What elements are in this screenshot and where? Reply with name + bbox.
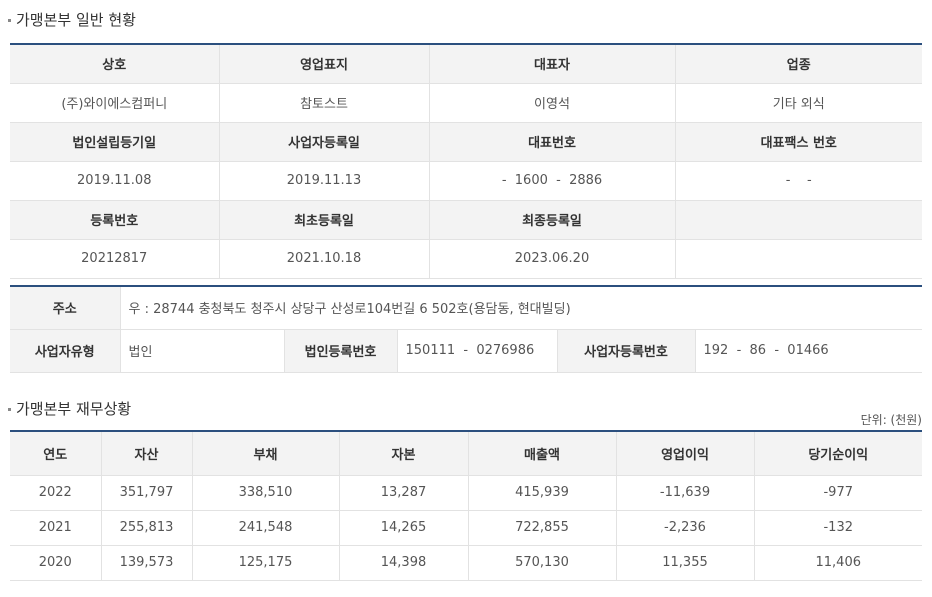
cell-year: 2020 bbox=[10, 545, 101, 581]
value-last-reg-date: 2023.06.20 bbox=[428, 239, 675, 279]
header-last-reg-date: 최종등록일 bbox=[428, 200, 675, 240]
header-liabilities: 부채 bbox=[191, 431, 339, 476]
cell-assets: 139,573 bbox=[100, 545, 192, 581]
cell-equity: 14,398 bbox=[338, 545, 468, 581]
value-first-reg-date: 2021.10.18 bbox=[218, 239, 429, 279]
cell-liabilities: 338,510 bbox=[191, 475, 339, 511]
bullet-icon bbox=[8, 19, 11, 22]
header-operating-income: 영업이익 bbox=[615, 431, 754, 476]
section-title-text: 가맹본부 일반 현황 bbox=[16, 11, 136, 29]
table-row: 2020 139,573 125,175 14,398 570,130 11,3… bbox=[10, 545, 922, 581]
cell-equity: 13,287 bbox=[338, 475, 468, 511]
value-main-phone: - 1600 - 2886 bbox=[428, 161, 675, 201]
address-table: 주소 우 : 28744 충청북도 청주시 상당구 산성로104번길 6 502… bbox=[10, 285, 923, 373]
header-brand: 영업표지 bbox=[218, 44, 429, 84]
cell-net-income: 11,406 bbox=[753, 545, 922, 581]
header-business-reg-number: 사업자등록번호 bbox=[556, 329, 695, 373]
header-business-reg-date: 사업자등록일 bbox=[218, 122, 429, 162]
header-registration-number: 등록번호 bbox=[10, 200, 219, 240]
cell-operating-income: -11,639 bbox=[615, 475, 754, 511]
cell-liabilities: 241,548 bbox=[191, 510, 339, 546]
table-row: 2022 351,797 338,510 13,287 415,939 -11,… bbox=[10, 475, 922, 511]
header-corporate-reg-number: 법인등록번호 bbox=[283, 329, 397, 373]
header-revenue: 매출액 bbox=[467, 431, 616, 476]
value-representative: 이영석 bbox=[428, 83, 675, 123]
value-business-type: 법인 bbox=[119, 329, 284, 373]
section-title-text: 가맹본부 재무상황 bbox=[16, 400, 132, 418]
value-address: 우 : 28744 충청북도 청주시 상당구 산성로104번길 6 502호(용… bbox=[119, 286, 923, 330]
cell-revenue: 570,130 bbox=[467, 545, 616, 581]
value-industry: 기타 외식 bbox=[674, 83, 922, 123]
cell-equity: 14,265 bbox=[338, 510, 468, 546]
value-empty bbox=[674, 239, 922, 279]
header-empty bbox=[674, 200, 922, 240]
financial-table: 연도 자산 부채 자본 매출액 영업이익 당기순이익 2022 351,797 … bbox=[10, 430, 922, 581]
section-title-general: 가맹본부 일반 현황 bbox=[8, 9, 136, 30]
header-equity: 자본 bbox=[338, 431, 468, 476]
header-incorporation-date: 법인설립등기일 bbox=[10, 122, 219, 162]
header-main-phone: 대표번호 bbox=[428, 122, 675, 162]
header-industry: 업종 bbox=[674, 44, 922, 84]
header-company-name: 상호 bbox=[10, 44, 219, 84]
cell-assets: 351,797 bbox=[100, 475, 192, 511]
bullet-icon bbox=[8, 408, 11, 411]
value-corporate-reg-number: 150111 - 0276986 bbox=[396, 329, 557, 373]
value-business-reg-date: 2019.11.13 bbox=[218, 161, 429, 201]
cell-net-income: -132 bbox=[753, 510, 922, 546]
cell-operating-income: 11,355 bbox=[615, 545, 754, 581]
value-brand: 참토스트 bbox=[218, 83, 429, 123]
header-assets: 자산 bbox=[100, 431, 192, 476]
cell-revenue: 722,855 bbox=[467, 510, 616, 546]
header-business-type: 사업자유형 bbox=[10, 329, 120, 373]
header-first-reg-date: 최초등록일 bbox=[218, 200, 429, 240]
unit-label: 단위: (천원) bbox=[860, 413, 922, 427]
cell-assets: 255,813 bbox=[100, 510, 192, 546]
value-registration-number: 20212817 bbox=[10, 239, 219, 279]
cell-net-income: -977 bbox=[753, 475, 922, 511]
table-row: 2021 255,813 241,548 14,265 722,855 -2,2… bbox=[10, 510, 922, 546]
header-representative: 대표자 bbox=[428, 44, 675, 84]
general-info-table: 상호 영업표지 대표자 업종 (주)와이에스컴퍼니 참토스트 이영석 기타 외식… bbox=[10, 43, 922, 279]
value-incorporation-date: 2019.11.08 bbox=[10, 161, 219, 201]
section-title-financial: 가맹본부 재무상황 bbox=[8, 398, 131, 419]
value-company-name: (주)와이에스컴퍼니 bbox=[10, 83, 219, 123]
cell-liabilities: 125,175 bbox=[191, 545, 339, 581]
cell-operating-income: -2,236 bbox=[615, 510, 754, 546]
value-main-fax: - - bbox=[674, 161, 922, 201]
cell-revenue: 415,939 bbox=[467, 475, 616, 511]
cell-year: 2021 bbox=[10, 510, 101, 546]
cell-year: 2022 bbox=[10, 475, 101, 511]
header-address: 주소 bbox=[10, 286, 120, 330]
value-business-reg-number: 192 - 86 - 01466 bbox=[694, 329, 923, 373]
header-net-income: 당기순이익 bbox=[753, 431, 922, 476]
header-main-fax: 대표팩스 번호 bbox=[674, 122, 922, 162]
header-year: 연도 bbox=[10, 431, 101, 476]
